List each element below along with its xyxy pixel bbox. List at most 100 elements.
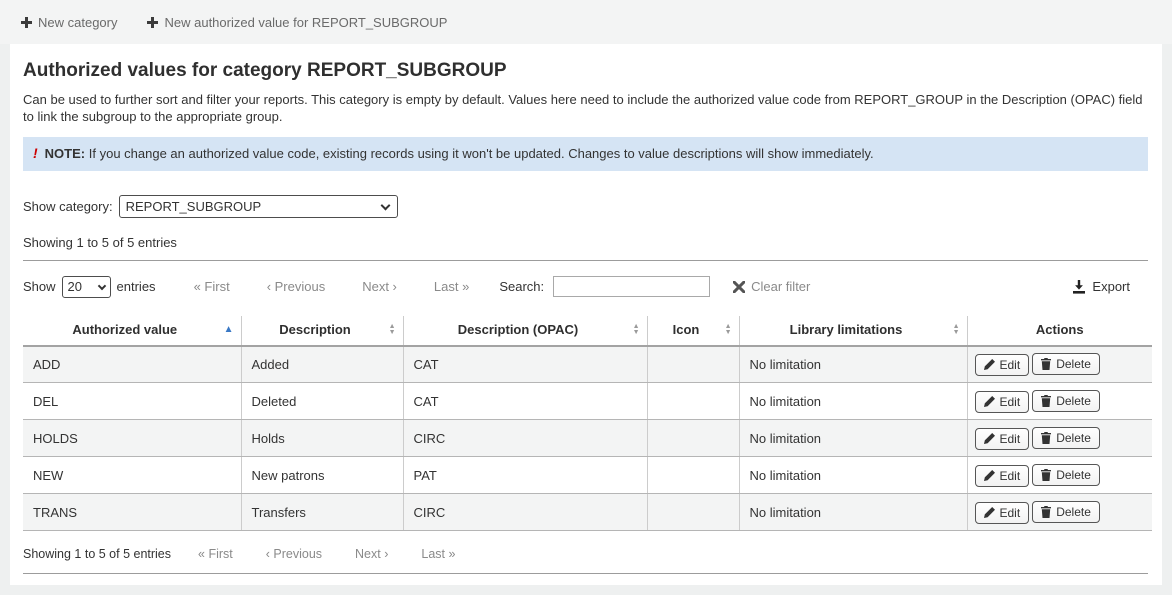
pagination-next[interactable]: Next › <box>355 547 388 561</box>
download-icon <box>1072 280 1086 294</box>
clear-filter-label: Clear filter <box>751 279 810 294</box>
pagination-next[interactable]: Next › <box>362 279 397 294</box>
trash-icon <box>1041 358 1051 370</box>
plus-icon <box>147 17 158 28</box>
show-label: Show <box>23 279 56 294</box>
column-header-icon[interactable]: Icon ▲▼ <box>647 316 739 346</box>
main-content: Authorized values for category REPORT_SU… <box>10 44 1162 585</box>
edit-button[interactable]: Edit <box>975 354 1030 376</box>
cell-library-limitations: No limitation <box>739 346 967 383</box>
note-banner: ! NOTE: If you change an authorized value… <box>23 137 1148 171</box>
cell-description: New patrons <box>241 457 403 494</box>
column-header-authorized-value[interactable]: Authorized value ▲ <box>23 316 241 346</box>
delete-button[interactable]: Delete <box>1032 353 1100 375</box>
column-header-description-opac[interactable]: Description (OPAC) ▲▼ <box>403 316 647 346</box>
page-title: Authorized values for category REPORT_SU… <box>23 60 1148 82</box>
cell-library-limitations: No limitation <box>739 494 967 531</box>
cell-description-opac: PAT <box>403 457 647 494</box>
new-category-button[interactable]: New category <box>21 15 117 30</box>
export-button[interactable]: Export <box>1072 279 1130 294</box>
pagination-top: « First ‹ Previous Next › Last » <box>194 279 470 294</box>
column-header-library-limitations[interactable]: Library limitations ▲▼ <box>739 316 967 346</box>
entries-summary-bottom: Showing 1 to 5 of 5 entries <box>23 547 171 561</box>
edit-button[interactable]: Edit <box>975 391 1030 413</box>
table-row: HOLDS Holds CIRC No limitation EditDelet… <box>23 420 1152 457</box>
sort-both-icon: ▲▼ <box>389 324 396 336</box>
entries-summary-top: Showing 1 to 5 of 5 entries <box>23 235 1148 250</box>
note-label: NOTE: <box>45 146 85 161</box>
toolbar: New category New authorized value for RE… <box>0 0 1172 44</box>
table-row: NEW New patrons PAT No limitation EditDe… <box>23 457 1152 494</box>
export-label: Export <box>1092 279 1130 294</box>
category-filter-row: Show category: REPORT_SUBGROUP <box>23 195 1148 218</box>
cell-library-limitations: No limitation <box>739 457 967 494</box>
cell-description: Holds <box>241 420 403 457</box>
cell-description-opac: CIRC <box>403 494 647 531</box>
cell-icon <box>647 346 739 383</box>
search-input[interactable] <box>553 276 710 297</box>
cell-description-opac: CIRC <box>403 420 647 457</box>
sort-both-icon: ▲▼ <box>953 324 960 336</box>
pencil-icon <box>984 396 995 407</box>
pagination-first[interactable]: « First <box>194 279 230 294</box>
entries-label: entries <box>117 279 156 294</box>
divider <box>23 260 1148 261</box>
cell-authorized-value: NEW <box>23 457 241 494</box>
cell-authorized-value: ADD <box>23 346 241 383</box>
table-row: TRANS Transfers CIRC No limitation EditD… <box>23 494 1152 531</box>
table-header-row: Authorized value ▲ Description ▲▼ Descri… <box>23 316 1152 346</box>
cell-description-opac: CAT <box>403 383 647 420</box>
cell-description: Deleted <box>241 383 403 420</box>
edit-button[interactable]: Edit <box>975 502 1030 524</box>
pagination-last[interactable]: Last » <box>434 279 469 294</box>
table-controls: Show 20 entries « First ‹ Previous Next … <box>23 274 1148 300</box>
plus-icon <box>21 17 32 28</box>
cell-icon <box>647 494 739 531</box>
show-category-label: Show category: <box>23 199 113 214</box>
pagination-bottom: « First ‹ Previous Next › Last » <box>198 547 455 561</box>
cell-library-limitations: No limitation <box>739 420 967 457</box>
sort-ascending-icon: ▲ <box>224 325 234 335</box>
cell-library-limitations: No limitation <box>739 383 967 420</box>
table-row: ADD Added CAT No limitation EditDelete <box>23 346 1152 383</box>
cell-description: Transfers <box>241 494 403 531</box>
pencil-icon <box>984 470 995 481</box>
trash-icon <box>1041 395 1051 407</box>
pagination-previous[interactable]: ‹ Previous <box>267 279 326 294</box>
trash-icon <box>1041 506 1051 518</box>
cell-authorized-value: DEL <box>23 383 241 420</box>
pencil-icon <box>984 507 995 518</box>
trash-icon <box>1041 432 1051 444</box>
pagination-first[interactable]: « First <box>198 547 233 561</box>
trash-icon <box>1041 469 1051 481</box>
new-category-label: New category <box>38 15 117 30</box>
cell-icon <box>647 383 739 420</box>
edit-button[interactable]: Edit <box>975 465 1030 487</box>
new-authorized-value-label: New authorized value for REPORT_SUBGROUP <box>164 15 447 30</box>
pagination-last[interactable]: Last » <box>421 547 455 561</box>
cell-actions: EditDelete <box>967 420 1152 457</box>
alert-exclamation-icon: ! <box>33 145 38 161</box>
page-size-select[interactable]: 20 <box>62 276 111 298</box>
delete-button[interactable]: Delete <box>1032 464 1100 486</box>
pencil-icon <box>984 359 995 370</box>
category-select[interactable]: REPORT_SUBGROUP <box>119 195 398 218</box>
cell-actions: EditDelete <box>967 383 1152 420</box>
page-description: Can be used to further sort and filter y… <box>23 91 1148 125</box>
cell-description: Added <box>241 346 403 383</box>
search-label: Search: <box>499 279 544 294</box>
pencil-icon <box>984 433 995 444</box>
sort-both-icon: ▲▼ <box>725 324 732 336</box>
column-header-description[interactable]: Description ▲▼ <box>241 316 403 346</box>
clear-filter-button[interactable]: Clear filter <box>733 279 810 294</box>
delete-button[interactable]: Delete <box>1032 501 1100 523</box>
divider <box>23 573 1148 574</box>
column-header-actions: Actions <box>967 316 1152 346</box>
note-text: If you change an authorized value code, … <box>89 146 874 161</box>
pagination-previous[interactable]: ‹ Previous <box>266 547 322 561</box>
cell-icon <box>647 420 739 457</box>
delete-button[interactable]: Delete <box>1032 427 1100 449</box>
delete-button[interactable]: Delete <box>1032 390 1100 412</box>
edit-button[interactable]: Edit <box>975 428 1030 450</box>
new-authorized-value-button[interactable]: New authorized value for REPORT_SUBGROUP <box>147 15 447 30</box>
